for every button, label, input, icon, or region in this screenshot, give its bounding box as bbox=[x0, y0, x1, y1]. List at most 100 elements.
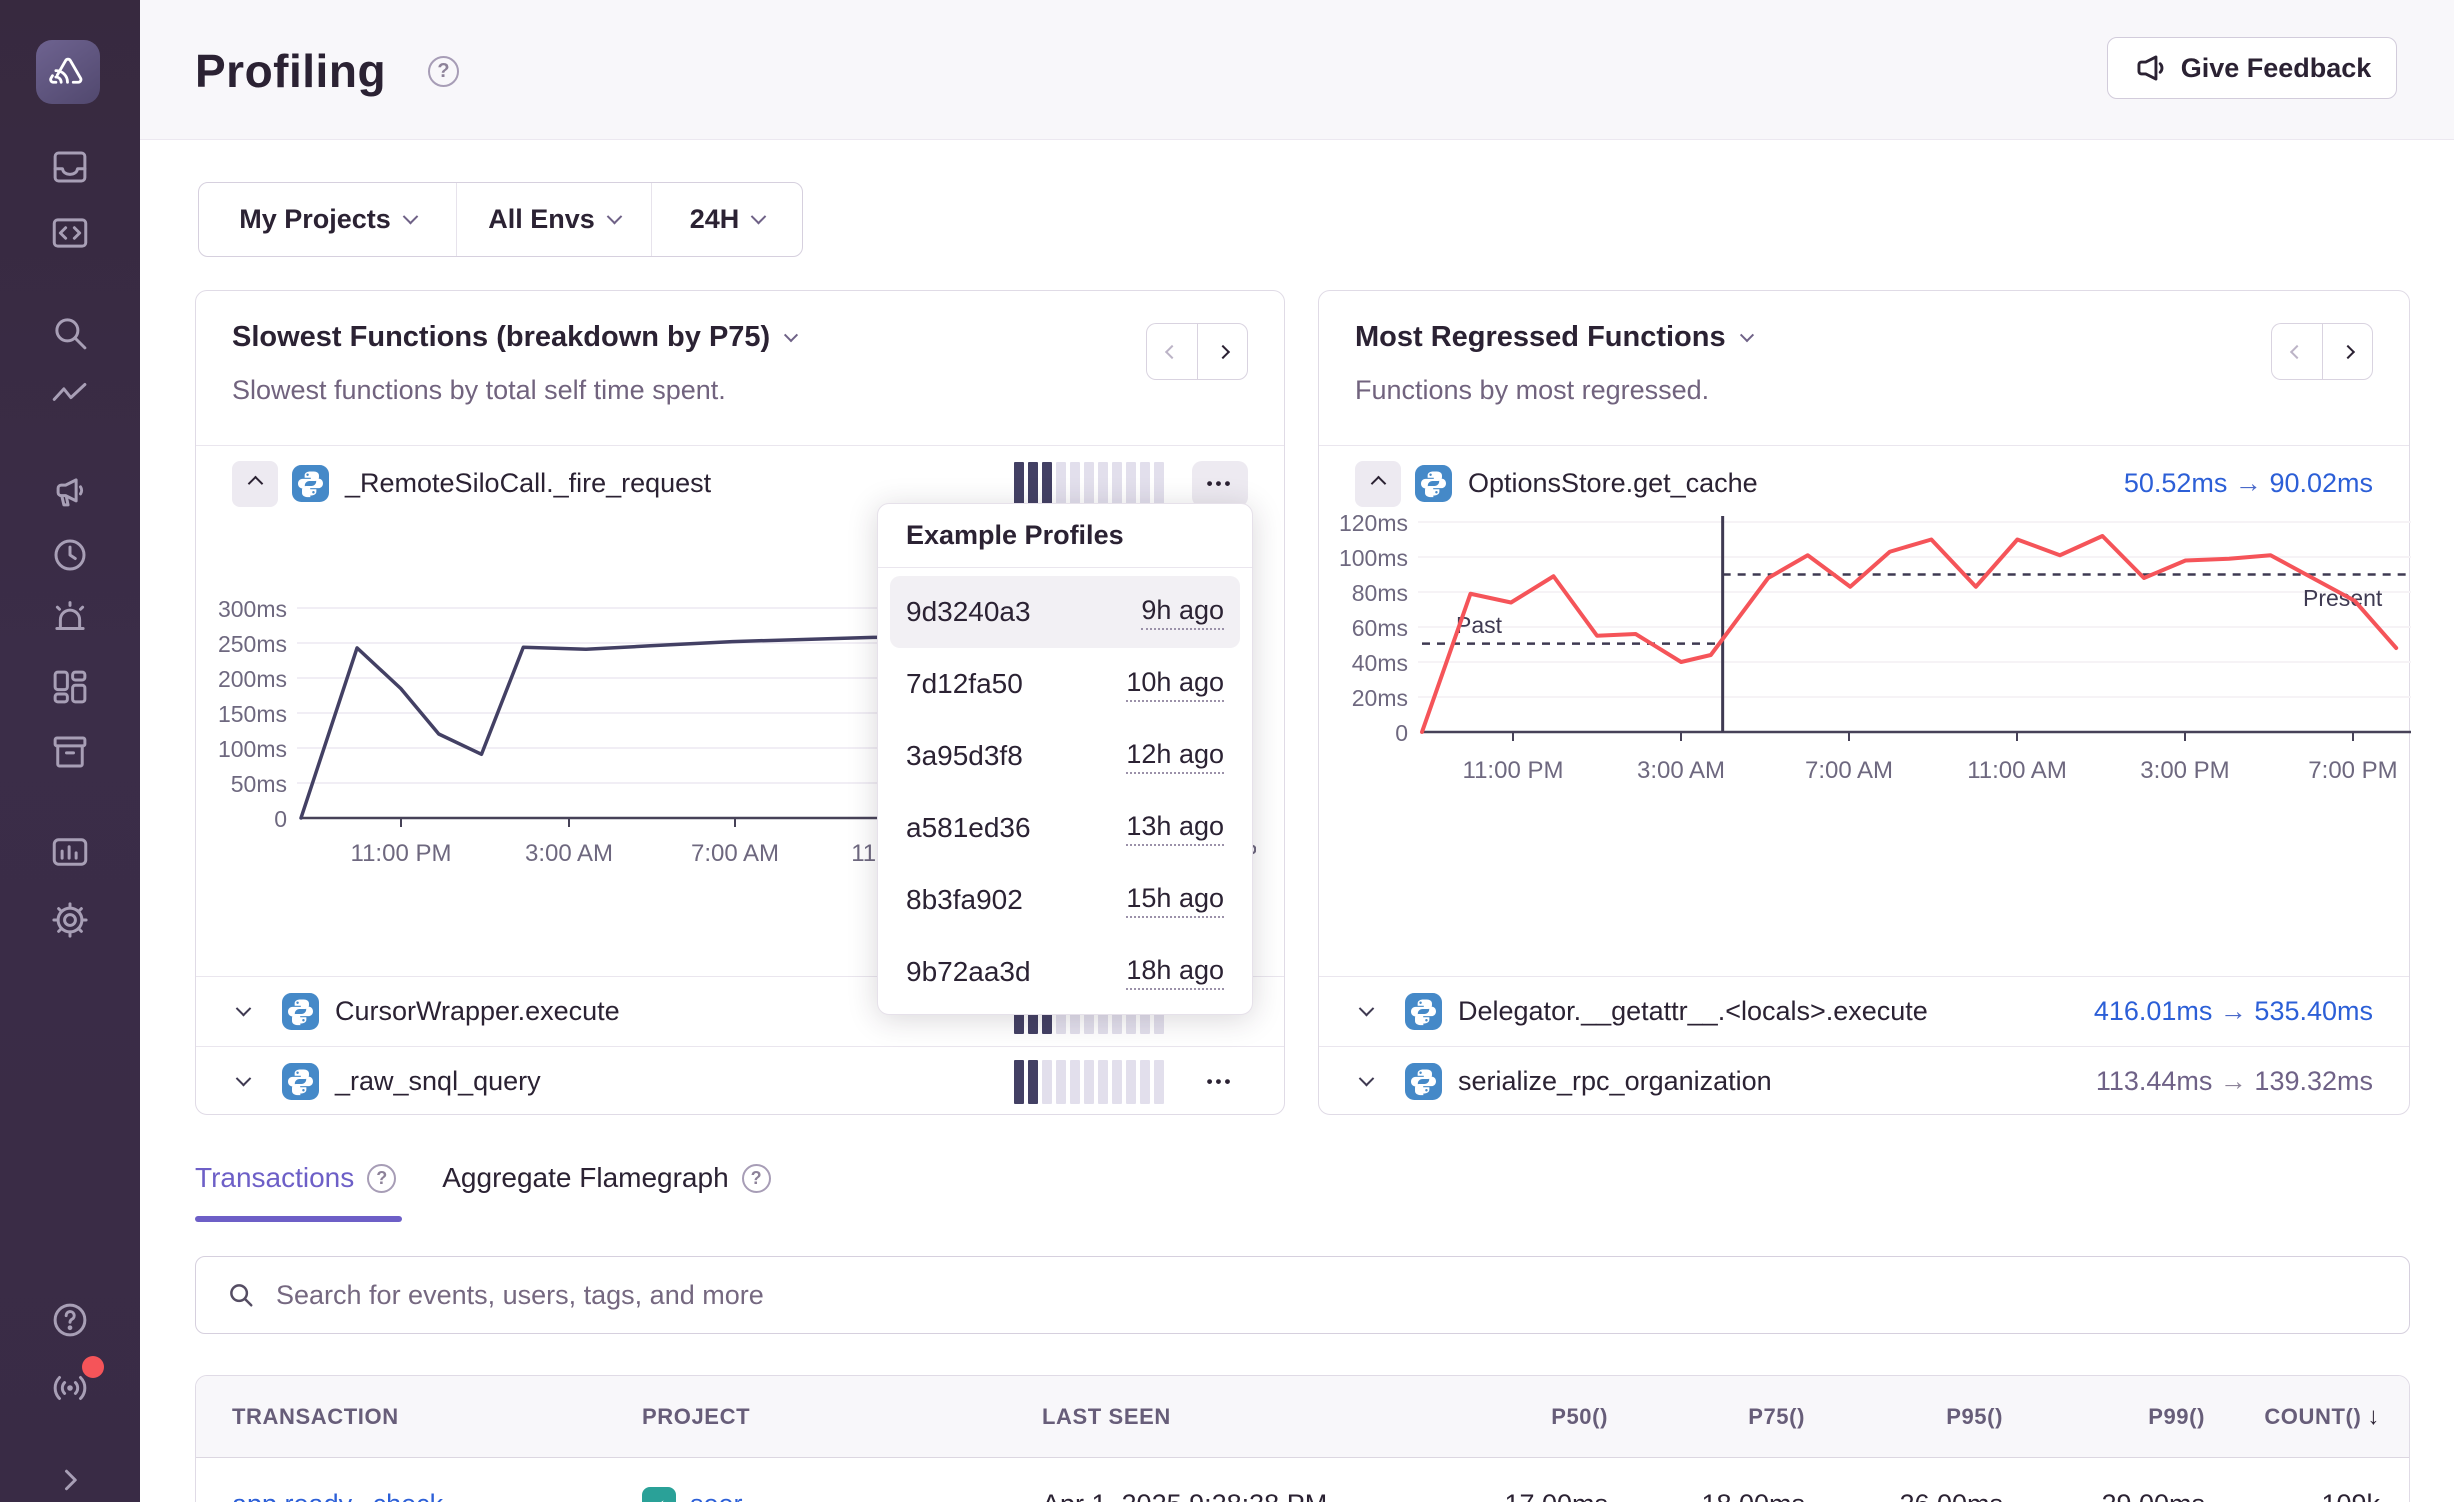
profile-item[interactable]: 9d3240a39h ago bbox=[890, 576, 1240, 648]
collapse-row-button[interactable] bbox=[1355, 461, 1401, 507]
python-icon bbox=[1415, 465, 1452, 502]
python-icon bbox=[282, 993, 319, 1030]
alerts-icon[interactable] bbox=[49, 597, 91, 639]
profile-item[interactable]: 3a95d3f812h ago bbox=[890, 720, 1240, 792]
row-actions-button[interactable]: ••• bbox=[1192, 461, 1248, 507]
environment-filter[interactable]: All Envs bbox=[456, 183, 651, 256]
python-icon bbox=[1405, 1063, 1442, 1100]
table-header: TRANSACTION PROJECT LAST SEEN P50() P75(… bbox=[196, 1376, 2409, 1458]
search-bar[interactable]: Search for events, users, tags, and more bbox=[195, 1256, 2410, 1334]
regression-values[interactable]: 113.44ms → 139.32ms bbox=[2096, 1066, 2373, 1097]
prev-page-button[interactable] bbox=[2271, 323, 2322, 380]
python-icon bbox=[1405, 993, 1442, 1030]
chevron-down-icon bbox=[403, 209, 419, 225]
col-last-seen[interactable]: LAST SEEN bbox=[1042, 1404, 1411, 1430]
col-p99[interactable]: P99() bbox=[2003, 1404, 2205, 1430]
col-p95[interactable]: P95() bbox=[1805, 1404, 2003, 1430]
help-icon[interactable] bbox=[49, 1299, 91, 1341]
settings-icon[interactable] bbox=[49, 899, 91, 941]
pagination bbox=[2271, 323, 2373, 380]
regression-values[interactable]: 50.52ms → 90.02ms bbox=[2124, 468, 2373, 499]
profile-item[interactable]: a581ed3613h ago bbox=[890, 792, 1240, 864]
search-icon bbox=[226, 1280, 256, 1310]
dropdown-list: 9d3240a39h ago 7d12fa5010h ago 3a95d3f81… bbox=[878, 568, 1252, 1016]
chevron-down-icon bbox=[751, 209, 767, 225]
transactions-table: TRANSACTION PROJECT LAST SEEN P50() P75(… bbox=[195, 1375, 2410, 1502]
profiling-page: Profiling ? Give Feedback My Projects Al… bbox=[0, 0, 2454, 1502]
releases-icon[interactable] bbox=[49, 731, 91, 773]
profile-item[interactable]: 9b72aa3d18h ago bbox=[890, 936, 1240, 1008]
slowest-functions-title[interactable]: Slowest Functions (breakdown by P75) bbox=[232, 321, 796, 354]
slowest-functions-subtitle: Slowest functions by total self time spe… bbox=[232, 375, 726, 406]
search-icon[interactable] bbox=[49, 312, 91, 354]
col-project[interactable]: PROJECT bbox=[642, 1404, 1042, 1430]
col-count[interactable]: COUNT()↓ bbox=[2205, 1403, 2380, 1431]
sentry-logo[interactable] bbox=[36, 40, 100, 104]
col-p50[interactable]: P50() bbox=[1411, 1404, 1608, 1430]
svg-text:20ms: 20ms bbox=[1352, 685, 1408, 711]
p95-cell: 26.00ms bbox=[1805, 1489, 2003, 1502]
col-transaction[interactable]: TRANSACTION bbox=[232, 1404, 642, 1430]
col-p75[interactable]: P75() bbox=[1608, 1404, 1805, 1430]
collapse-row-button[interactable] bbox=[232, 461, 278, 507]
svg-text:60ms: 60ms bbox=[1352, 615, 1408, 641]
expand-row-button[interactable] bbox=[1355, 1006, 1401, 1017]
count-cell: 109k bbox=[2205, 1489, 2380, 1502]
next-page-button[interactable] bbox=[1197, 323, 1248, 380]
expand-row-button[interactable] bbox=[1355, 1076, 1401, 1087]
project-filter[interactable]: My Projects bbox=[199, 183, 456, 256]
issues-icon[interactable] bbox=[49, 146, 91, 188]
transaction-link[interactable]: app.ready._check bbox=[232, 1489, 642, 1502]
chevron-down-icon bbox=[606, 209, 622, 225]
prev-page-button[interactable] bbox=[1146, 323, 1197, 380]
profile-item[interactable]: 7d12fa5010h ago bbox=[890, 648, 1240, 720]
chevron-right-icon bbox=[1215, 344, 1229, 358]
most-regressed-panel: Most Regressed Functions Functions by mo… bbox=[1318, 290, 2410, 1115]
arrow-right-icon: → bbox=[2220, 1066, 2247, 1096]
most-regressed-title[interactable]: Most Regressed Functions bbox=[1355, 321, 1752, 354]
date-range-filter[interactable]: 24H bbox=[651, 183, 802, 256]
tab-aggregate-flamegraph[interactable]: Aggregate Flamegraph? bbox=[442, 1162, 770, 1194]
page-filter-bar: My Projects All Envs 24H bbox=[198, 182, 803, 257]
function-row: Delegator.__getattr__.<locals>.execute 4… bbox=[1319, 976, 2409, 1046]
next-page-button[interactable] bbox=[2322, 323, 2373, 380]
chevron-right-icon bbox=[2340, 344, 2354, 358]
expand-row-button[interactable] bbox=[232, 1006, 278, 1017]
svg-text:7:00 PM: 7:00 PM bbox=[2308, 757, 2397, 784]
profiling-help-icon[interactable]: ? bbox=[428, 56, 459, 87]
row-actions-button[interactable]: ••• bbox=[1192, 1059, 1248, 1105]
p75-cell: 18.00ms bbox=[1608, 1489, 1805, 1502]
table-row[interactable]: app.ready._check seer Apr 1, 2025 9:28:3… bbox=[196, 1458, 2409, 1502]
stats-icon[interactable] bbox=[49, 831, 91, 873]
svg-text:11:00 PM: 11:00 PM bbox=[1463, 757, 1564, 784]
seer-project-icon bbox=[642, 1487, 676, 1502]
regression-values[interactable]: 416.01ms → 535.40ms bbox=[2094, 996, 2373, 1027]
sidebar bbox=[0, 0, 140, 1502]
tab-transactions[interactable]: Transactions? bbox=[195, 1162, 396, 1194]
chevron-left-icon bbox=[2290, 344, 2304, 358]
give-feedback-button[interactable]: Give Feedback bbox=[2107, 37, 2397, 99]
svg-text:Present: Present bbox=[2303, 585, 2383, 611]
sidebar-expand-icon[interactable] bbox=[49, 1459, 91, 1501]
traces-icon[interactable] bbox=[49, 374, 91, 416]
dashboards-icon[interactable] bbox=[49, 666, 91, 708]
profile-item[interactable]: 8b3fa90215h ago bbox=[890, 864, 1240, 936]
sparkline-bars bbox=[1014, 462, 1164, 506]
sparkline-bars bbox=[1014, 1060, 1164, 1104]
dropdown-title: Example Profiles bbox=[878, 504, 1252, 568]
help-icon[interactable]: ? bbox=[367, 1164, 396, 1193]
svg-text:40ms: 40ms bbox=[1352, 650, 1408, 676]
svg-text:150ms: 150ms bbox=[218, 701, 287, 727]
chevron-down-icon bbox=[236, 1001, 252, 1017]
replays-icon[interactable] bbox=[49, 534, 91, 576]
chevron-left-icon bbox=[1165, 344, 1179, 358]
python-icon bbox=[292, 465, 329, 502]
help-icon[interactable]: ? bbox=[742, 1164, 771, 1193]
project-cell[interactable]: seer bbox=[642, 1487, 1042, 1502]
user-feedback-icon[interactable] bbox=[49, 472, 91, 514]
explore-icon[interactable] bbox=[49, 212, 91, 254]
svg-text:7:00 AM: 7:00 AM bbox=[691, 840, 779, 867]
chevron-down-icon bbox=[784, 328, 798, 342]
expand-row-button[interactable] bbox=[232, 1076, 278, 1087]
example-profiles-dropdown: Example Profiles 9d3240a39h ago 7d12fa50… bbox=[877, 503, 1253, 1015]
